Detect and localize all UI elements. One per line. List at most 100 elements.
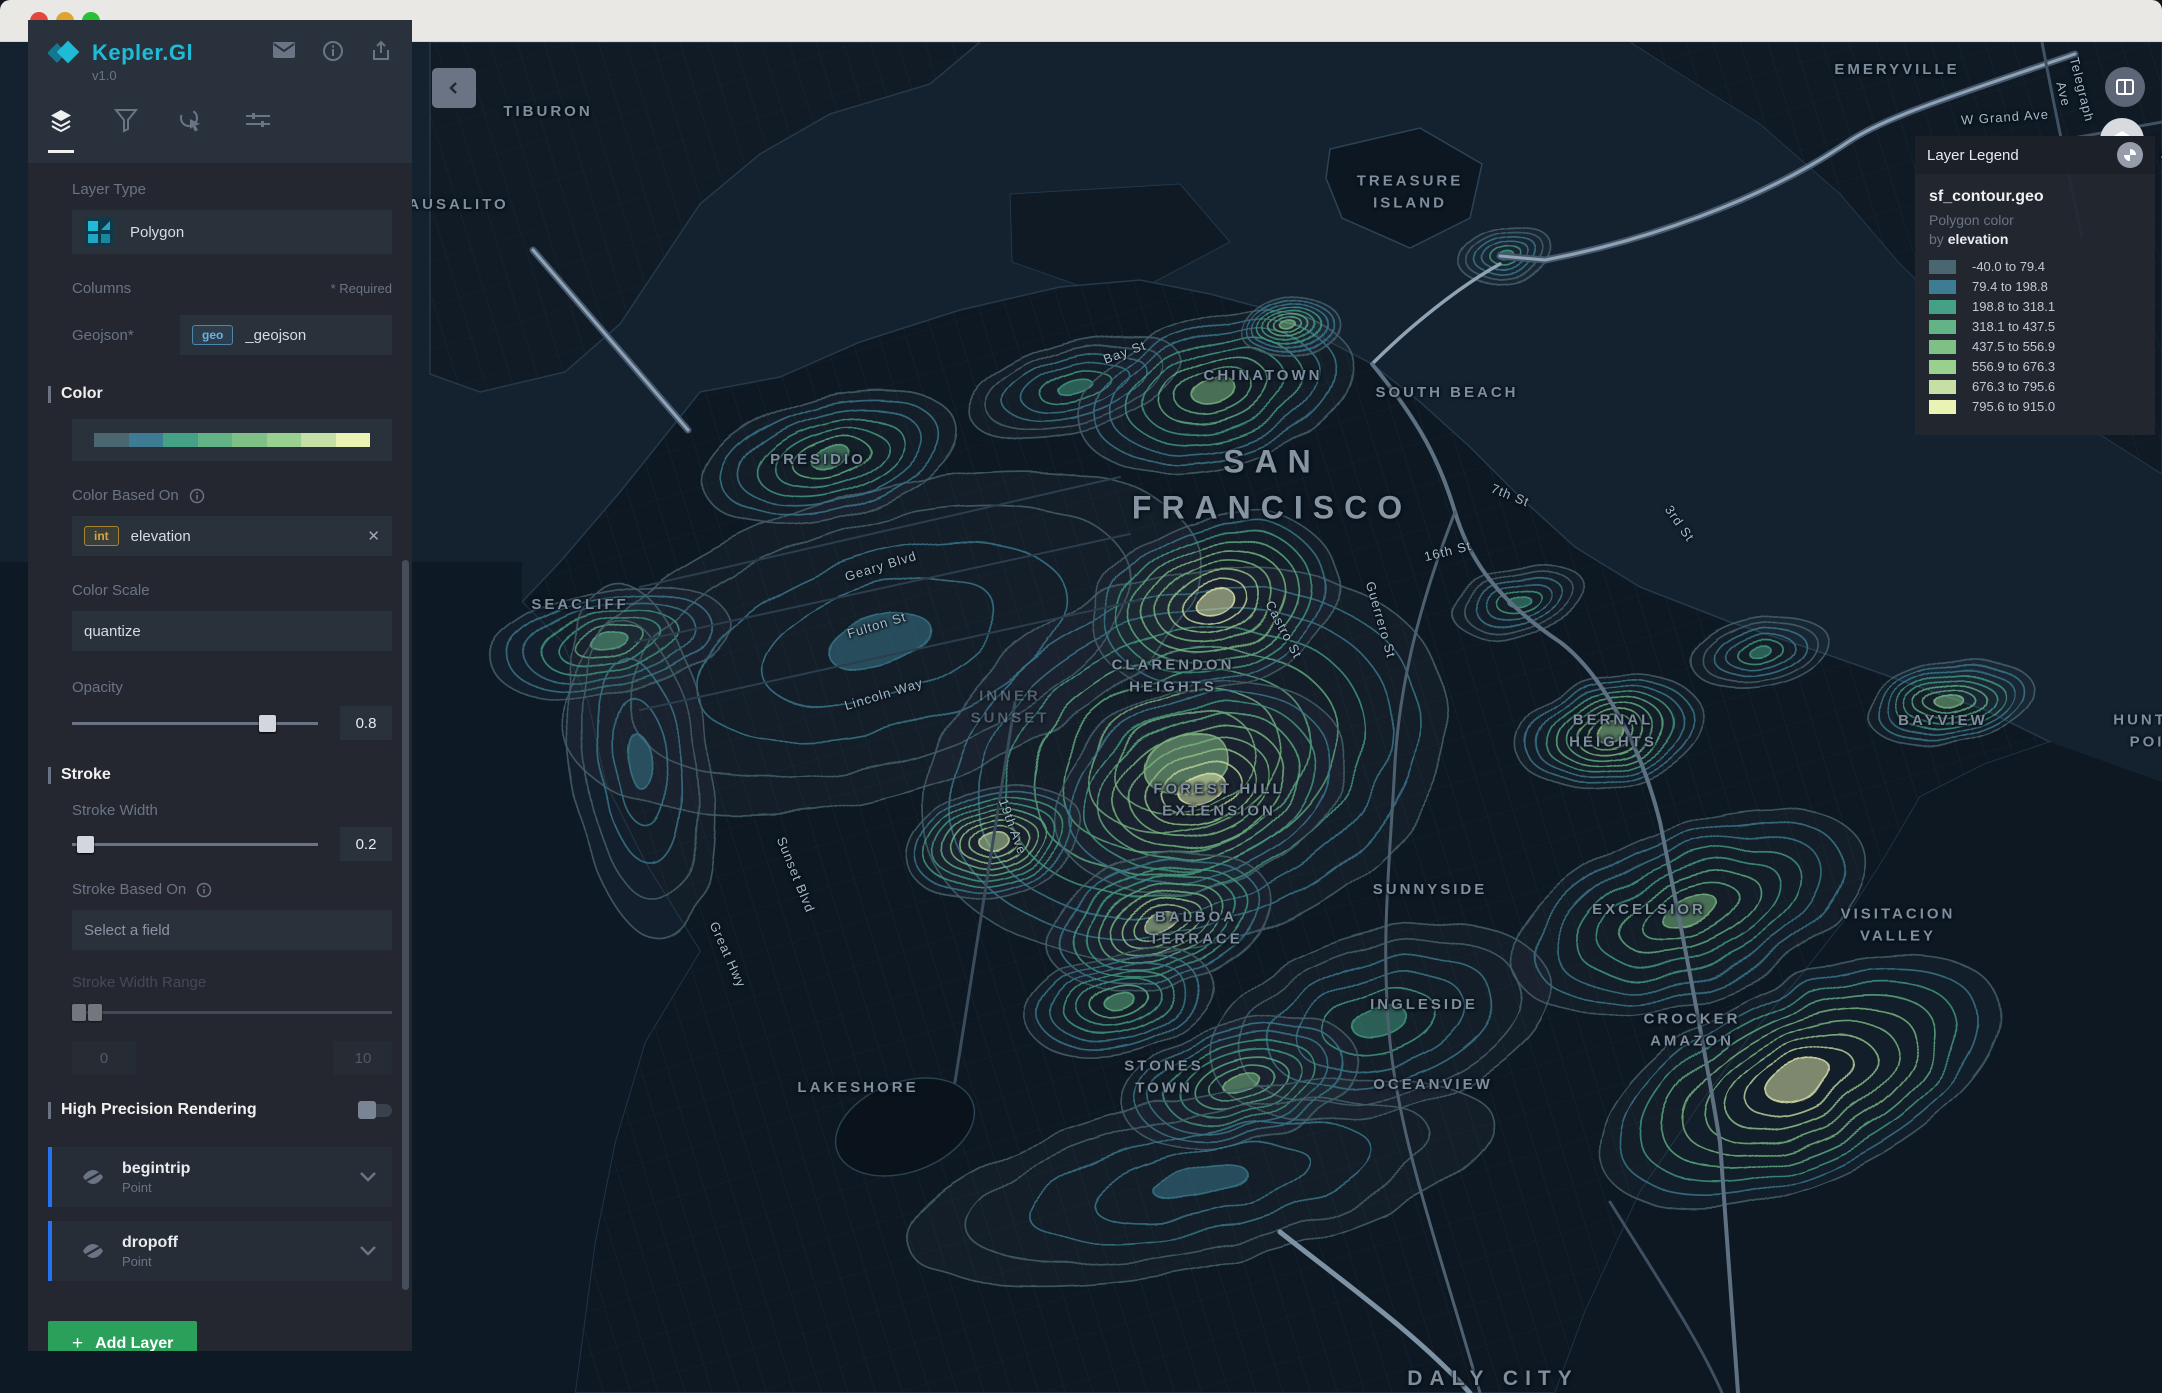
stroke-width-range-slider[interactable]: [72, 997, 392, 1027]
slider-track: [72, 843, 318, 846]
legend-swatch: [1929, 340, 1956, 354]
tab-layers[interactable]: [48, 107, 74, 153]
stroke-width-slider-handle[interactable]: [77, 836, 94, 853]
legend-swatch: [1929, 380, 1956, 394]
legend-row: 556.9 to 676.3: [1929, 359, 2141, 374]
info-icon: [189, 488, 205, 504]
palette-swatch: [163, 433, 198, 447]
color-based-on-label: Color Based On: [72, 487, 179, 504]
section-bar: [48, 386, 51, 403]
high-precision-title: High Precision Rendering: [48, 1101, 257, 1119]
high-precision-toggle[interactable]: [358, 1104, 392, 1117]
stroke-field-select[interactable]: Select a field: [72, 910, 392, 950]
palette-swatch: [267, 433, 302, 447]
geojson-field-value: _geojson: [245, 327, 306, 344]
palette-swatch: [94, 433, 129, 447]
legend-row: 795.6 to 915.0: [1929, 399, 2141, 414]
layer-type-value: Polygon: [130, 224, 184, 241]
legend-row: 437.5 to 556.9: [1929, 339, 2141, 354]
legend-layer-name: sf_contour.geo: [1929, 188, 2141, 206]
tab-basemap[interactable]: [244, 107, 272, 153]
mail-icon[interactable]: [272, 40, 296, 62]
app-window: TIBURON SAUSALITO EMERYVILLE W Grand Ave…: [0, 0, 2162, 1393]
filter-funnel-icon: [114, 107, 138, 133]
legend-swatch: [1929, 260, 1956, 274]
layer-name: begintrip: [122, 1160, 190, 1178]
tab-interactions[interactable]: [178, 107, 204, 153]
split-map-button[interactable]: [2105, 67, 2145, 107]
slider-track: [72, 722, 318, 725]
legend-pin-icon: [2123, 148, 2137, 162]
polygon-layer-icon: [84, 217, 114, 247]
info-icon[interactable]: [322, 40, 344, 62]
legend-swatch: [1929, 300, 1956, 314]
layer-name: dropoff: [122, 1234, 178, 1252]
layer-type-label: Layer Type: [72, 181, 392, 198]
legend-swatch: [1929, 280, 1956, 294]
layer-type: Point: [122, 1180, 190, 1195]
app-version: v1.0: [92, 68, 392, 83]
layer-legend-panel: Layer Legend sf_contour.geo Polygon colo…: [1915, 136, 2155, 435]
range-handle-low[interactable]: [72, 1004, 86, 1021]
info-icon: [196, 882, 212, 898]
split-map-icon: [2115, 77, 2135, 97]
clear-field-icon[interactable]: ✕: [367, 527, 380, 545]
stroke-width-value[interactable]: 0.2: [340, 827, 392, 861]
layer-type: Point: [122, 1254, 178, 1269]
side-panel-tabs: [48, 107, 392, 153]
color-field-select[interactable]: int elevation ✕: [72, 516, 392, 556]
chevron-left-icon: [447, 81, 461, 95]
eye-visibility-icon: [82, 1243, 104, 1259]
opacity-slider-handle[interactable]: [259, 715, 276, 732]
legend-swatch: [1929, 320, 1956, 334]
side-panel: Kepler.Gl v1.0: [28, 20, 412, 1351]
layers-icon: [48, 107, 74, 133]
chevron-down-icon[interactable]: [360, 1172, 376, 1182]
stroke-width-slider[interactable]: [72, 829, 318, 859]
layer-card-begintrip[interactable]: begintrip Point: [48, 1147, 392, 1207]
color-scale-value: quantize: [84, 623, 141, 640]
legend-rows: -40.0 to 79.4 79.4 to 198.8 198.8 to 318…: [1929, 259, 2141, 414]
legend-swatch: [1929, 360, 1956, 374]
range-max-value[interactable]: 10: [334, 1041, 392, 1075]
eye-visibility-icon: [82, 1169, 104, 1185]
int-type-tag: int: [84, 526, 119, 546]
range-min-value[interactable]: 0: [72, 1041, 136, 1075]
legend-toggle-button[interactable]: [2117, 142, 2143, 168]
add-layer-button[interactable]: + Add Layer: [48, 1321, 197, 1351]
palette-swatch: [129, 433, 164, 447]
required-label: * Required: [331, 281, 392, 296]
layer-legend-header: Layer Legend: [1915, 136, 2155, 174]
legend-row: 676.3 to 795.6: [1929, 379, 2141, 394]
geojson-field-select[interactable]: geo _geojson: [180, 315, 392, 355]
side-panel-scrollbar[interactable]: [402, 560, 409, 1290]
side-panel-header: Kepler.Gl v1.0: [28, 20, 412, 163]
range-handle-high[interactable]: [88, 1004, 102, 1021]
chevron-down-icon[interactable]: [360, 1246, 376, 1256]
legend-subtitle: Polygon color: [1929, 212, 2141, 228]
geojson-label: Geojson*: [72, 327, 180, 344]
color-palette-select[interactable]: [72, 419, 392, 461]
columns-label: Columns: [72, 280, 131, 297]
color-scale-label: Color Scale: [72, 582, 392, 599]
settings-sliders-icon: [244, 107, 272, 133]
geo-type-tag: geo: [192, 325, 233, 345]
export-icon[interactable]: [370, 40, 392, 62]
opacity-slider[interactable]: [72, 708, 318, 738]
color-field-value: elevation: [131, 528, 191, 545]
stroke-width-label: Stroke Width: [72, 802, 392, 819]
opacity-value[interactable]: 0.8: [340, 706, 392, 740]
app-title: Kepler.Gl: [92, 40, 193, 66]
stroke-field-placeholder: Select a field: [84, 922, 170, 939]
legend-row: 198.8 to 318.1: [1929, 299, 2141, 314]
slider-track: [72, 1011, 392, 1014]
layer-type-select[interactable]: Polygon: [72, 210, 392, 254]
palette-swatch: [301, 433, 336, 447]
kepler-logo-icon: [48, 40, 82, 66]
palette-swatch: [198, 433, 233, 447]
collapse-sidebar-button[interactable]: [432, 68, 476, 108]
layer-card-dropoff[interactable]: dropoff Point: [48, 1221, 392, 1281]
tab-filters[interactable]: [114, 107, 138, 153]
color-scale-select[interactable]: quantize: [72, 611, 392, 651]
section-bar: [48, 767, 51, 784]
